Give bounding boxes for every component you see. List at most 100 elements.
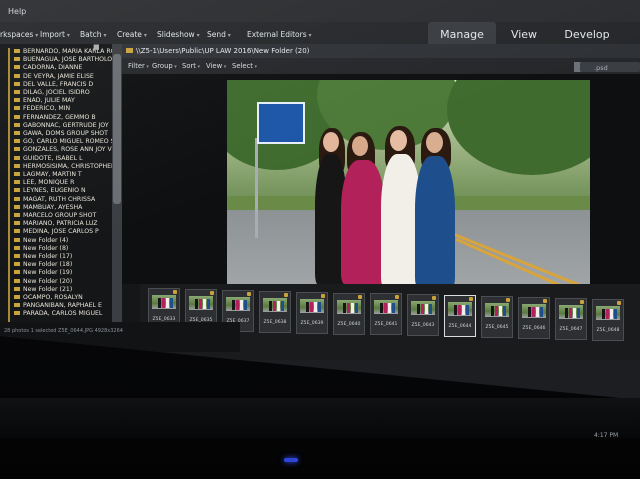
thumbnail-image [485, 303, 509, 318]
search-input[interactable] [580, 62, 640, 72]
rating-marker[interactable] [247, 291, 251, 296]
folder-item[interactable]: DEL VALLE, FRANCIS D [14, 81, 93, 88]
rating-marker[interactable] [284, 292, 288, 297]
send-menu[interactable]: Send [207, 30, 231, 39]
folder-item[interactable]: LEE, MONIQUE R [14, 179, 74, 186]
folder-item[interactable]: GO, CARLO MIGUEL ROMEO S [14, 138, 115, 145]
filmstrip-thumbnail[interactable]: Z5E_0643 [407, 294, 439, 337]
filmstrip-thumbnail[interactable]: Z5E_0639 [296, 291, 328, 334]
folder-item[interactable]: New Folder (20) [14, 278, 72, 285]
rating-marker[interactable] [580, 299, 584, 304]
rating-marker[interactable] [617, 300, 621, 305]
folder-label: GAWA, DOMS GROUP SHOT [23, 130, 108, 137]
rating-marker[interactable] [469, 297, 473, 302]
folder-item[interactable]: DILAG, JOCIEL ISIDRO [14, 89, 90, 96]
road-sign [257, 102, 305, 144]
select-menu[interactable]: Select [232, 62, 257, 70]
folder-item[interactable]: LEYNES, EUGENIO N [14, 187, 86, 194]
folder-item[interactable]: OCAMPO, ROSALYN [14, 294, 83, 301]
filmstrip-thumbnail[interactable]: Z5E_0638 [259, 290, 291, 333]
rating-marker[interactable] [358, 294, 362, 299]
folder-item[interactable]: GAWA, DOMS GROUP SHOT [14, 130, 108, 137]
folder-icon [14, 229, 20, 234]
folder-label: GONZALES, ROSE ANN JOY V [23, 146, 112, 154]
folder-label: MARCELO GROUP SHOT [23, 212, 97, 219]
workspaces-menu[interactable]: rkspaces [0, 30, 38, 39]
folder-item[interactable]: GABONNAC, GERTRUDE JOY [14, 122, 109, 129]
folder-icon [14, 262, 20, 267]
folder-item[interactable]: MEDINA, JOSE CARLOS P [14, 228, 99, 235]
folder-label: New Folder (18) [23, 261, 73, 269]
folder-icon [14, 286, 20, 291]
folder-item[interactable]: MARCELO GROUP SHOT [14, 212, 96, 219]
lightroom-style-window: Help rkspaces Import Batch Create Slides… [0, 0, 640, 400]
folder-item[interactable]: MAMBUAY, AYESHA [14, 204, 82, 211]
filmstrip-thumbnail[interactable]: Z5E_0646 [518, 297, 550, 339]
folder-item[interactable]: ENAD, JULIE MAY [14, 97, 75, 104]
group-menu[interactable]: Group [152, 62, 177, 70]
rating-marker[interactable] [173, 290, 177, 294]
filmstrip-thumbnail[interactable]: Z5E_0645 [481, 296, 513, 339]
rating-marker[interactable] [210, 290, 214, 295]
rating-marker[interactable] [506, 298, 510, 303]
folder-item[interactable]: CADORNA, DIANNE [14, 64, 82, 71]
main-photo[interactable] [227, 80, 590, 290]
filmstrip-thumbnail[interactable]: Z5E_0640 [333, 292, 365, 335]
folder-label: ENAD, JULIE MAY [23, 97, 75, 105]
slideshow-menu[interactable]: Slideshow [157, 30, 200, 39]
thumbnail-filename: Z5E_0639 [300, 320, 324, 326]
folder-item[interactable]: PARADA, CARLOS MIGUEL [14, 310, 102, 317]
external-editors-menu[interactable]: External Editors [247, 30, 312, 39]
folder-item[interactable]: BUENAGUA, JOSE BARTHOLOMEW [14, 56, 128, 63]
folder-item[interactable]: LAGMAY, MARTIN T [14, 171, 82, 178]
menu-help[interactable]: Help [8, 7, 26, 16]
folder-item[interactable]: MAGAT, RUTH CHRISSA [14, 196, 95, 203]
taskbar [0, 398, 640, 438]
create-menu[interactable]: Create [117, 30, 147, 39]
panel-pin-icon[interactable]: ■ [93, 43, 100, 51]
filmstrip-thumbnail[interactable]: Z5E_0647 [555, 297, 587, 340]
folder-item[interactable]: MARIANO, PATRICIA LUZ [14, 220, 98, 227]
folder-label: MEDINA, JOSE CARLOS P [23, 228, 99, 236]
folder-item[interactable]: GUIDOTE, ISABEL L [14, 155, 83, 162]
folder-item[interactable]: GONZALES, ROSE ANN JOY V [14, 146, 112, 153]
folder-item[interactable]: DE VEYRA, JAMIE ELISE [14, 73, 94, 80]
batch-menu[interactable]: Batch [80, 30, 106, 39]
folder-item[interactable]: New Folder (4) [14, 237, 68, 244]
folder-icon [14, 163, 20, 168]
filmstrip-thumbnail[interactable]: Z5E_0641 [370, 293, 402, 336]
rating-marker[interactable] [321, 293, 325, 298]
folder-item[interactable]: FERNANDEZ, GEMMO B [14, 114, 96, 121]
folder-icon [14, 73, 20, 78]
folder-icon [14, 57, 20, 62]
rating-marker[interactable] [395, 295, 399, 300]
folder-item[interactable]: New Folder (17) [14, 253, 72, 260]
folder-item[interactable]: New Folder (19) [14, 269, 72, 276]
folder-label: New Folder (8) [23, 244, 69, 252]
thumbnail-filename: Z5E_0645 [485, 325, 509, 331]
folder-icon [14, 254, 20, 258]
folder-item[interactable]: PANGANIBAN, RAPHAEL E [14, 302, 102, 309]
filmstrip-thumbnail[interactable]: Z5E_0644 [444, 295, 476, 338]
filmstrip-thumbnail[interactable]: Z5E_0648 [592, 298, 624, 341]
folder-label: GUIDOTE, ISABEL L [23, 154, 83, 162]
import-menu[interactable]: Import [40, 30, 70, 39]
thumbnail-image [559, 304, 583, 319]
thumbnail-filename: Z5E_0647 [559, 326, 583, 332]
scrollbar-thumb[interactable] [113, 54, 121, 204]
folder-label: New Folder (20) [23, 277, 73, 285]
folder-item[interactable]: New Folder (8) [14, 245, 68, 252]
rating-marker[interactable] [543, 299, 547, 303]
folder-item[interactable]: FEDERICO, MIN [14, 105, 70, 112]
rating-marker[interactable] [432, 296, 436, 301]
sort-menu[interactable]: Sort [182, 62, 200, 70]
folder-item[interactable]: New Folder (18) [14, 261, 72, 268]
current-path[interactable]: \\Z5-1\Users\Public\UP LAW 2016\New Fold… [136, 47, 309, 55]
folder-item[interactable]: HERMOSISIMA, CHRISTOPHER AN [14, 163, 126, 170]
folder-label: MARIANO, PATRICIA LUZ [23, 220, 98, 228]
view-menu[interactable]: View [206, 62, 226, 70]
folder-item[interactable]: New Folder (21) [14, 286, 72, 293]
filter-menu[interactable]: Filter [128, 62, 149, 70]
folder-label: LEYNES, EUGENIO N [23, 187, 86, 195]
folder-tree-scrollbar[interactable] [112, 44, 122, 324]
